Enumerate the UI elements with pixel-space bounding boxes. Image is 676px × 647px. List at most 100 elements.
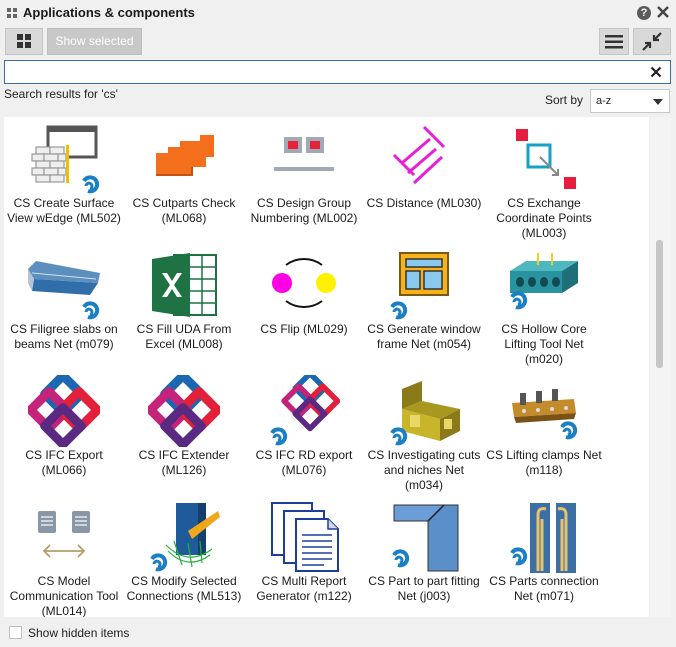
item-label: View wEdge (ML502) <box>7 211 121 225</box>
lifting-clamps-icon <box>512 389 578 440</box>
list-item[interactable]: CS Part to part fitting Net (j003) <box>366 497 482 617</box>
item-label: Connections (ML513) <box>126 589 242 603</box>
item-label: Communication Tool <box>9 589 119 603</box>
window-frame-icon <box>389 252 449 320</box>
search-input[interactable] <box>9 63 643 83</box>
item-label: (ML076) <box>281 463 327 477</box>
show-hidden-checkbox[interactable] <box>9 626 22 639</box>
item-label: CS Multi Report <box>261 574 347 588</box>
modify-connections-icon <box>149 503 220 572</box>
list-item[interactable]: CS Generate window frame Net (m054) <box>366 245 482 371</box>
collapse-arrows-icon <box>642 32 662 51</box>
list-item[interactable]: CS Model Communication Tool (ML014) <box>6 497 122 617</box>
item-label: (m020) <box>524 352 563 366</box>
tile-view-button[interactable] <box>5 28 43 55</box>
item-label: CS Create Surface <box>13 196 115 210</box>
part-fitting-icon <box>391 504 459 572</box>
excel-icon <box>152 253 217 317</box>
show-selected-button[interactable]: Show selected <box>47 28 142 55</box>
search-field[interactable] <box>4 60 671 84</box>
ifc-logo-icon <box>28 375 100 447</box>
list-item[interactable]: CS Create Surface View wEdge (ML502) <box>6 119 122 245</box>
list-item[interactable]: CS IFC Extender (ML126) <box>126 371 242 497</box>
list-item[interactable]: CS Multi Report Generator (m122) <box>246 497 362 617</box>
show-hidden-label: Show hidden items <box>28 626 130 640</box>
window-title: Applications & components <box>23 5 195 20</box>
item-label: (ML003) <box>521 226 567 240</box>
item-label: CS Model <box>37 574 91 588</box>
item-label: CS Distance (ML030) <box>366 196 482 210</box>
search-results-text: Search results for 'cs' <box>4 87 118 101</box>
filigree-slabs-icon <box>28 261 100 320</box>
help-icon[interactable]: ? <box>637 6 651 20</box>
list-item[interactable]: CS IFC Export (ML066) <box>6 371 122 497</box>
item-label: (ML126) <box>161 463 207 477</box>
list-item[interactable]: CS Hollow Core Lifting Tool Net (m020) <box>486 245 602 371</box>
multi-report-icon <box>271 502 339 572</box>
list-item[interactable]: CS Fill UDA From Excel (ML008) <box>126 245 242 371</box>
cutparts-icon <box>156 135 214 176</box>
sort-label: Sort by <box>545 93 584 107</box>
item-label: (m118) <box>525 463 563 477</box>
list-item[interactable]: CS Cutparts Check (ML068) <box>126 119 242 245</box>
item-label: CS Filigree slabs on <box>10 322 118 336</box>
item-label: CS IFC Export <box>25 448 103 462</box>
cuts-niches-icon <box>389 381 460 446</box>
item-label: CS Part to part fitting <box>368 574 480 588</box>
ifc-logo-icon <box>148 375 220 447</box>
scrollbar-thumb[interactable] <box>656 240 663 368</box>
item-label: Numbering (ML002) <box>250 211 358 225</box>
title-bar: Applications & components ? <box>0 0 676 26</box>
exchange-points-icon <box>516 129 576 189</box>
item-label: (m034) <box>404 478 443 492</box>
list-item[interactable]: CS Flip (ML029) <box>246 245 362 371</box>
collapse-button[interactable] <box>633 28 671 55</box>
item-label: (ML066) <box>41 463 87 477</box>
item-label: (ML014) <box>41 604 87 617</box>
item-label: CS Modify Selected <box>131 574 237 588</box>
list-item[interactable]: CS Exchange Coordinate Points (ML003) <box>486 119 602 245</box>
item-label: CS IFC Extender <box>138 448 230 462</box>
item-label: Net (j003) <box>397 589 451 603</box>
item-label: CS Investigating cuts <box>367 448 481 462</box>
list-item[interactable]: CS Modify Selected Connections (ML513) <box>126 497 242 617</box>
item-label: frame Net (m054) <box>376 337 472 351</box>
item-label: CS Fill UDA From <box>136 322 232 336</box>
sort-dropdown[interactable]: a-z <box>590 89 670 113</box>
item-label: CS Hollow Core <box>501 322 587 336</box>
item-label: CS Parts connection <box>489 574 599 588</box>
item-label: Lifting Tool Net <box>504 337 584 351</box>
item-label: CS Cutparts Check <box>132 196 236 210</box>
list-item[interactable]: CS Parts connection Net (m071) <box>486 497 602 617</box>
clear-search-icon[interactable] <box>650 66 662 78</box>
item-label: beams Net (m079) <box>14 337 114 351</box>
close-icon[interactable] <box>656 5 670 19</box>
item-label: CS IFC RD export <box>255 448 353 462</box>
menu-button[interactable] <box>599 28 629 55</box>
item-label: CS Lifting clamps Net <box>486 448 602 462</box>
item-label: CS Design Group <box>256 196 352 210</box>
list-item[interactable]: CS Distance (ML030) <box>366 119 482 245</box>
surface-view-icon <box>31 125 100 194</box>
hollow-core-icon <box>509 253 578 310</box>
list-item[interactable]: CS Investigating cuts and niches Net (m0… <box>366 371 482 497</box>
model-communication-icon <box>38 511 90 558</box>
grid-icon <box>17 34 31 48</box>
list-item[interactable]: CS IFC RD export (ML076) <box>246 371 362 497</box>
list-item[interactable]: CS Filigree slabs on beams Net (m079) <box>6 245 122 371</box>
chevron-down-icon <box>653 99 663 105</box>
item-label: and niches Net <box>383 463 465 477</box>
parts-connection-icon <box>509 503 576 573</box>
item-label: CS Flip (ML029) <box>260 322 348 336</box>
list-item[interactable]: CS Lifting clamps Net (m118) <box>486 371 602 497</box>
sort-value: a-z <box>596 95 612 107</box>
item-label: Generator (m122) <box>256 589 352 603</box>
footer: Show hidden items <box>0 620 676 647</box>
drag-handle-icon[interactable] <box>6 7 18 19</box>
flip-icon <box>272 258 336 308</box>
item-label: Coordinate Points <box>496 211 592 225</box>
ifc-logo-icon <box>269 375 340 446</box>
list-item[interactable]: CS Design Group Numbering (ML002) <box>246 119 362 245</box>
item-label: Net (m071) <box>513 589 575 603</box>
applications-list: CS Create Surface View wEdge (ML502) CS … <box>4 117 649 617</box>
